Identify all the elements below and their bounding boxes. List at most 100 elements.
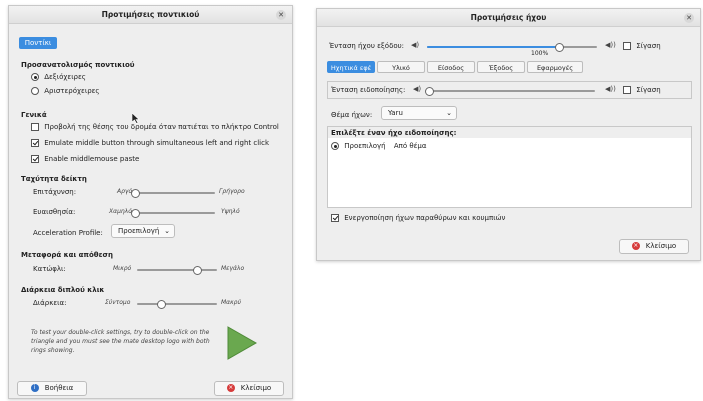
checkbox-middle-paste-label: Enable middlemouse paste	[44, 155, 140, 163]
acceleration-max-label: Γρήγορο	[219, 188, 245, 195]
slider-knob[interactable]	[555, 42, 565, 52]
slider-knob[interactable]	[130, 208, 140, 218]
output-mute-checkbox[interactable]: Σίγαση	[623, 42, 661, 50]
drag-heading: Μεταφορά και απόθεση	[21, 251, 113, 259]
radio-left-handed[interactable]: Αριστερόχειρες	[31, 87, 100, 95]
close-circle-icon: ×	[631, 242, 640, 250]
tab-applications[interactable]: Εφαρμογές	[527, 61, 583, 73]
radio-right-label: Δεξιόχειρες	[44, 73, 86, 81]
close-icon[interactable]: ✕	[684, 13, 694, 23]
sound-preferences-window: Προτιμήσεις ήχου ✕ Ένταση ήχου εξόδου: ◀…	[316, 8, 701, 261]
mouse-preferences-window: Προτιμήσεις ποντικιού ✕ Ποντίκι Προσανατ…	[8, 5, 293, 399]
tab-hardware[interactable]: Υλικό	[377, 61, 425, 73]
sound-close-button[interactable]: × Κλείσιμο	[619, 239, 689, 254]
window-sounds-checkbox[interactable]: Ενεργοποίηση ήχων παραθύρων και κουμπιών	[331, 214, 505, 222]
speed-heading: Ταχύτητα δείκτη	[21, 175, 87, 183]
radio-left-label: Αριστερόχειρες	[44, 87, 100, 95]
mouse-close-button[interactable]: × Κλείσιμο	[214, 381, 284, 396]
double-click-help-text: To test your double-click settings, try …	[31, 329, 210, 354]
checkbox-indicator	[31, 123, 39, 131]
output-mute-label: Σίγαση	[636, 42, 661, 50]
radio-right-handed[interactable]: Δεξιόχειρες	[31, 73, 86, 81]
slider-knob[interactable]	[156, 299, 166, 309]
output-volume-label: Ένταση ήχου εξόδου:	[329, 42, 405, 50]
acceleration-min-label: Αργό	[117, 188, 133, 195]
acceleration-profile-dropdown[interactable]: Προεπιλογή ⌄	[111, 224, 175, 238]
double-click-min-label: Σύντομο	[105, 299, 131, 306]
checkbox-indicator	[31, 155, 39, 163]
double-click-slider[interactable]	[137, 299, 217, 309]
slider-knob[interactable]	[192, 265, 202, 275]
alert-option-default[interactable]: Προεπιλογή Από θέμα	[331, 142, 427, 150]
sound-window-title: Προτιμήσεις ήχου	[470, 13, 547, 22]
checkbox-show-position-label: Προβολή της θέσης του δρομέα όταν πατιέτ…	[44, 123, 279, 131]
slider-knob[interactable]	[424, 86, 434, 96]
tab-output[interactable]: Έξοδος	[477, 61, 525, 73]
checkbox-indicator	[623, 42, 631, 50]
chevron-down-icon: ⌄	[164, 227, 170, 235]
acceleration-label: Επιτάχυνση:	[33, 188, 77, 196]
radio-indicator	[31, 73, 39, 81]
speaker-low-icon: ◀)	[411, 41, 420, 49]
help-button-label: Βοήθεια	[44, 384, 74, 392]
acceleration-profile-label: Acceleration Profile:	[33, 229, 103, 237]
output-volume-slider[interactable]	[427, 42, 597, 52]
sensitivity-label: Ευαισθησία:	[33, 208, 76, 216]
threshold-slider[interactable]	[137, 265, 217, 275]
mouse-window-title: Προτιμήσεις ποντικιού	[101, 10, 200, 19]
checkbox-middle-paste[interactable]: Enable middlemouse paste	[31, 155, 139, 163]
alert-chooser-box	[327, 126, 692, 208]
speaker-high-icon: ◀))	[605, 41, 616, 49]
tab-mouse[interactable]: Ποντίκι	[19, 37, 57, 49]
checkbox-emulate-middle-label: Emulate middle button through simultaneo…	[44, 139, 270, 147]
speaker-low-icon: ◀)	[413, 85, 422, 93]
sensitivity-min-label: Χαμηλό	[109, 208, 132, 215]
general-heading: Γενικά	[21, 111, 47, 119]
help-icon: i	[30, 384, 39, 392]
tab-sound-effects[interactable]: Ηχητικά εφέ	[327, 61, 375, 73]
tab-mouse-label: Ποντίκι	[24, 39, 52, 47]
checkbox-emulate-middle[interactable]: Emulate middle button through simultaneo…	[31, 139, 269, 147]
help-button[interactable]: i Βοήθεια	[17, 381, 87, 396]
output-volume-percent: 100%	[531, 50, 549, 57]
checkbox-indicator	[623, 86, 631, 94]
sound-theme-dropdown[interactable]: Yaru ⌄	[381, 106, 457, 120]
acceleration-slider[interactable]	[130, 188, 215, 198]
checkbox-indicator	[31, 139, 39, 147]
orientation-heading: Προσανατολισμός ποντικιού	[21, 61, 135, 69]
threshold-max-label: Μεγάλο	[221, 265, 245, 272]
sound-tabs: Ηχητικά εφέ Υλικό Είσοδος Έξοδος Εφαρμογ…	[327, 61, 597, 73]
double-click-duration-label: Διάρκεια:	[33, 299, 67, 307]
sensitivity-max-label: Υψηλό	[221, 208, 240, 215]
sound-window-titlebar: Προτιμήσεις ήχου ✕	[317, 9, 700, 27]
checkbox-indicator	[331, 214, 339, 222]
checkbox-show-position[interactable]: Προβολή της θέσης του δρομέα όταν πατιέτ…	[31, 123, 279, 131]
slider-knob[interactable]	[130, 188, 140, 198]
window-sounds-label: Ενεργοποίηση ήχων παραθύρων και κουμπιών	[344, 214, 506, 222]
alert-option-from: Από θέμα	[393, 142, 427, 150]
mouse-close-label: Κλείσιμο	[240, 384, 272, 392]
tab-input[interactable]: Είσοδος	[427, 61, 475, 73]
radio-indicator	[331, 142, 339, 150]
alert-volume-label: Ένταση ειδοποίησης:	[331, 86, 406, 94]
threshold-label: Κατώφλι:	[33, 265, 66, 273]
alert-volume-slider[interactable]	[424, 86, 595, 96]
sound-theme-value: Yaru	[388, 109, 403, 117]
double-click-max-label: Μακρύ	[221, 299, 241, 306]
output-volume-fill	[427, 46, 560, 48]
mouse-pointer-icon	[132, 113, 140, 124]
alert-mute-label: Σίγαση	[636, 86, 661, 94]
close-icon[interactable]: ✕	[276, 10, 286, 20]
alert-chooser-heading: Επιλέξτε έναν ήχο ειδοποίησης:	[331, 129, 457, 137]
threshold-min-label: Μικρό	[113, 265, 132, 272]
sound-theme-label: Θέμα ήχων:	[331, 111, 373, 119]
alert-mute-checkbox[interactable]: Σίγαση	[623, 86, 661, 94]
speaker-high-icon: ◀))	[605, 85, 616, 93]
sound-close-label: Κλείσιμο	[645, 242, 677, 250]
acceleration-profile-value: Προεπιλογή	[118, 227, 160, 235]
chevron-down-icon: ⌄	[446, 109, 452, 117]
double-click-test-triangle[interactable]	[227, 326, 257, 360]
sensitivity-slider[interactable]	[130, 208, 215, 218]
close-circle-icon: ×	[226, 384, 235, 392]
alert-option-label: Προεπιλογή	[344, 142, 386, 150]
